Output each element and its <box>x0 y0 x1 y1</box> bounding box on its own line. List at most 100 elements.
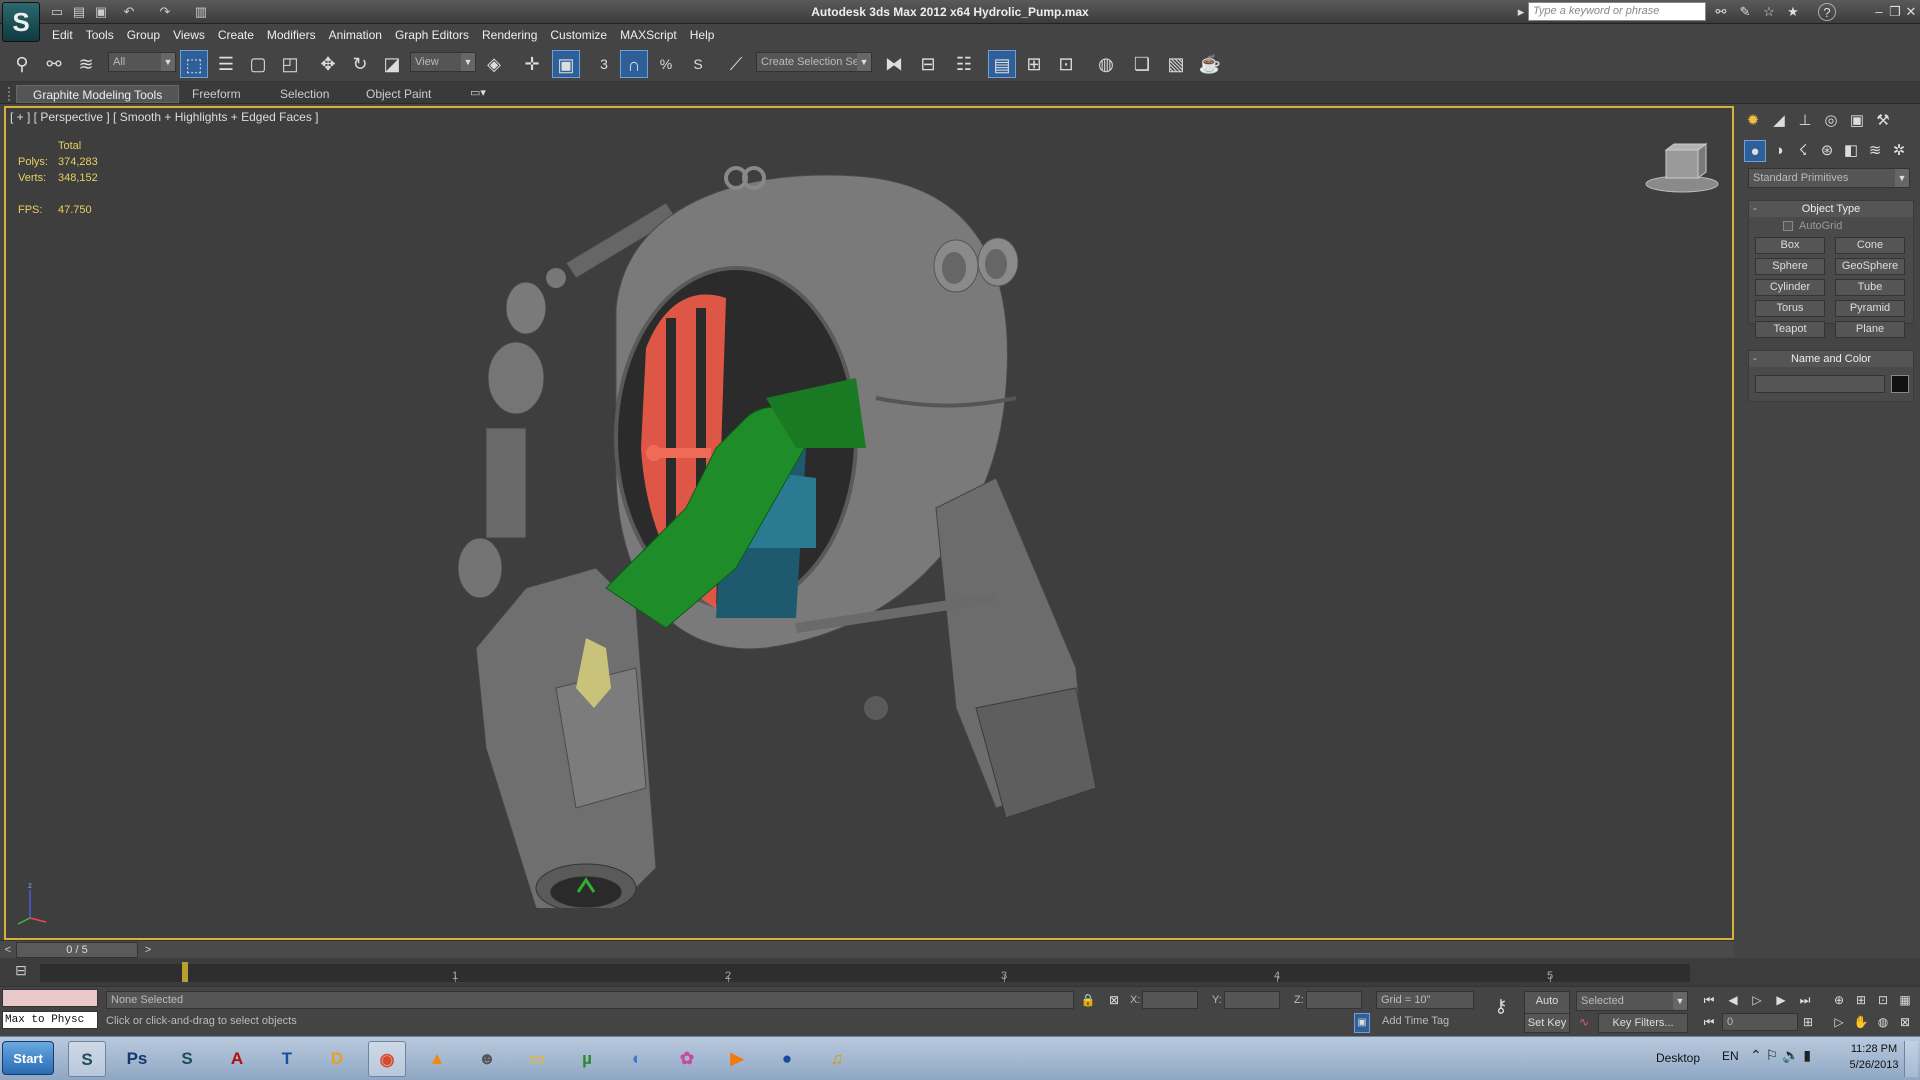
object-type-header[interactable]: - Object Type <box>1749 201 1913 217</box>
utorrent-icon[interactable]: µ <box>568 1041 606 1077</box>
create-tab-icon[interactable]: ✹ <box>1742 110 1764 132</box>
menu-animation[interactable]: Animation <box>329 24 394 46</box>
schematic-view-icon[interactable]: ⊡ <box>1052 50 1080 78</box>
trackbar-timeline[interactable] <box>40 964 1690 982</box>
clock-date[interactable]: 5/26/2013 <box>1838 1059 1910 1071</box>
application-menu-button[interactable]: S <box>2 2 40 42</box>
move-icon[interactable]: ✥ <box>314 50 342 78</box>
graphite-modeling-toggle-icon[interactable]: ▤ <box>988 50 1016 78</box>
headphones-icon[interactable]: ♫ <box>818 1041 856 1077</box>
y-coordinate-input[interactable] <box>1224 991 1280 1009</box>
tab-freeform[interactable]: Freeform <box>176 85 257 103</box>
motion-tab-icon[interactable]: ◎ <box>1820 110 1842 132</box>
show-desktop-button[interactable] <box>1904 1041 1918 1077</box>
rotate-icon[interactable]: ↻ <box>346 50 374 78</box>
app-blue-icon[interactable]: T <box>268 1041 306 1077</box>
torus-button[interactable]: Torus <box>1755 300 1825 317</box>
key-tangent-icon[interactable]: ∿ <box>1576 1013 1592 1031</box>
helpers-icon[interactable]: ◧ <box>1840 140 1862 162</box>
set-key-button[interactable]: Set Key <box>1524 1013 1570 1033</box>
app-globe-icon[interactable]: ◐ <box>618 1041 656 1077</box>
hydraulic-pump-model[interactable] <box>436 148 1116 908</box>
named-selection-dropdown[interactable]: Create Selection Se ▼ <box>756 52 872 72</box>
zoom-extents-icon[interactable]: ⊡ <box>1874 991 1892 1009</box>
picasa-icon[interactable]: ✿ <box>668 1041 706 1077</box>
plane-button[interactable]: Plane <box>1835 321 1905 338</box>
angle-snap-icon[interactable]: ∩ <box>620 50 648 78</box>
current-frame-input[interactable]: 0 <box>1722 1013 1798 1031</box>
orbit-icon[interactable]: ◍ <box>1874 1013 1892 1031</box>
window-crossing-icon[interactable]: ◰ <box>276 50 304 78</box>
field-of-view-icon[interactable]: ▷ <box>1830 1013 1848 1031</box>
menu-rendering[interactable]: Rendering <box>482 24 549 46</box>
render-setup-icon[interactable]: ❏ <box>1128 50 1156 78</box>
bind-space-warp-icon[interactable]: ≋ <box>72 50 100 78</box>
key-mode-dropdown[interactable]: Selected ▼ <box>1576 991 1688 1011</box>
zoom-extents-all-icon[interactable]: ▦ <box>1896 991 1914 1009</box>
geosphere-button[interactable]: GeoSphere <box>1835 258 1905 275</box>
utilities-tab-icon[interactable]: ⚒ <box>1872 110 1894 132</box>
select-object-icon[interactable]: ⬚ <box>180 50 208 78</box>
menu-tools[interactable]: Tools <box>86 24 126 46</box>
keyboard-shortcut-override-icon[interactable]: ▣ <box>552 50 580 78</box>
object-color-swatch[interactable] <box>1891 375 1909 393</box>
go-to-start-icon[interactable]: ⏮ <box>1700 991 1718 1009</box>
play-icon[interactable]: ▷ <box>1748 991 1766 1009</box>
help-icon[interactable]: ? <box>1818 3 1836 21</box>
menu-maxscript[interactable]: MAXScript <box>620 24 689 46</box>
zoom-icon[interactable]: ⊕ <box>1830 991 1848 1009</box>
lock-icon[interactable]: 🔒 <box>1080 991 1096 1009</box>
menu-views[interactable]: Views <box>173 24 217 46</box>
cylinder-button[interactable]: Cylinder <box>1755 279 1825 296</box>
new-file-icon[interactable]: ▭ <box>48 3 66 20</box>
menu-group[interactable]: Group <box>127 24 172 46</box>
spinner-snap-icon[interactable]: S <box>684 50 712 78</box>
close-button[interactable]: ✕ <box>1902 3 1920 21</box>
media-player-icon[interactable]: ▶ <box>718 1041 756 1077</box>
tab-graphite-modeling-tools[interactable]: Graphite Modeling Tools <box>16 85 180 103</box>
perspective-viewport[interactable]: [ + ] [ Perspective ] [ Smooth + Highlig… <box>4 106 1734 940</box>
pyramid-button[interactable]: Pyramid <box>1835 300 1905 317</box>
dlink-icon[interactable]: D <box>318 1041 356 1077</box>
search-input[interactable]: Type a keyword or phrase <box>1528 2 1706 21</box>
go-to-end-icon[interactable]: ⏭ <box>1796 991 1814 1009</box>
pivot-center-icon[interactable]: ◈ <box>480 50 508 78</box>
space-warps-icon[interactable]: ≋ <box>1864 140 1886 162</box>
render-production-icon[interactable]: ☕ <box>1196 50 1224 78</box>
autogrid-checkbox[interactable] <box>1783 221 1793 231</box>
undo-icon[interactable]: ↶ <box>120 3 138 20</box>
name-and-color-header[interactable]: - Name and Color <box>1749 351 1913 367</box>
time-next-button[interactable]: > <box>142 943 154 957</box>
clock-time[interactable]: 11:28 PM <box>1838 1043 1910 1055</box>
geometry-icon[interactable]: ● <box>1744 140 1766 162</box>
folder-icon[interactable]: ▭ <box>518 1041 556 1077</box>
redo-icon[interactable]: ↷ <box>156 3 174 20</box>
save-icon[interactable]: ▣ <box>92 3 110 20</box>
lights-icon[interactable]: ☇ <box>1792 140 1814 162</box>
rectangular-selection-icon[interactable]: ▢ <box>244 50 272 78</box>
link-icon[interactable]: ⚲ <box>8 50 36 78</box>
start-button[interactable]: Start <box>2 1041 54 1075</box>
viewcube[interactable] <box>1642 140 1722 200</box>
favorites-icon[interactable]: ☆ <box>1760 3 1778 21</box>
material-editor-icon[interactable]: ◍ <box>1092 50 1120 78</box>
3ds-max-icon[interactable]: S <box>68 1041 106 1077</box>
mirror-icon[interactable]: ⧓ <box>880 50 908 78</box>
key-icon[interactable]: ⚷ <box>1486 997 1516 1015</box>
key-filters-button[interactable]: Key Filters... <box>1598 1013 1688 1033</box>
layer-manager-icon[interactable]: ☷ <box>950 50 978 78</box>
time-configuration-icon[interactable]: ⊞ <box>1800 1013 1816 1031</box>
z-coordinate-input[interactable] <box>1306 991 1362 1009</box>
reference-coordinate-dropdown[interactable]: View ▼ <box>410 52 476 72</box>
google-earth-icon[interactable]: ● <box>768 1041 806 1077</box>
previous-frame-icon[interactable]: ◀ <box>1724 991 1742 1009</box>
menu-create[interactable]: Create <box>218 24 266 46</box>
maximize-viewport-icon[interactable]: ⊠ <box>1896 1013 1914 1031</box>
desktop-toolbar[interactable]: Desktop <box>1656 1051 1700 1065</box>
rendered-frame-window-icon[interactable]: ▧ <box>1162 50 1190 78</box>
time-tag-icon[interactable]: ▣ <box>1354 1013 1370 1033</box>
cone-button[interactable]: Cone <box>1835 237 1905 254</box>
zoom-all-icon[interactable]: ⊞ <box>1852 991 1870 1009</box>
tab-selection[interactable]: Selection <box>264 85 345 103</box>
pan-icon[interactable]: ✋ <box>1852 1013 1870 1031</box>
